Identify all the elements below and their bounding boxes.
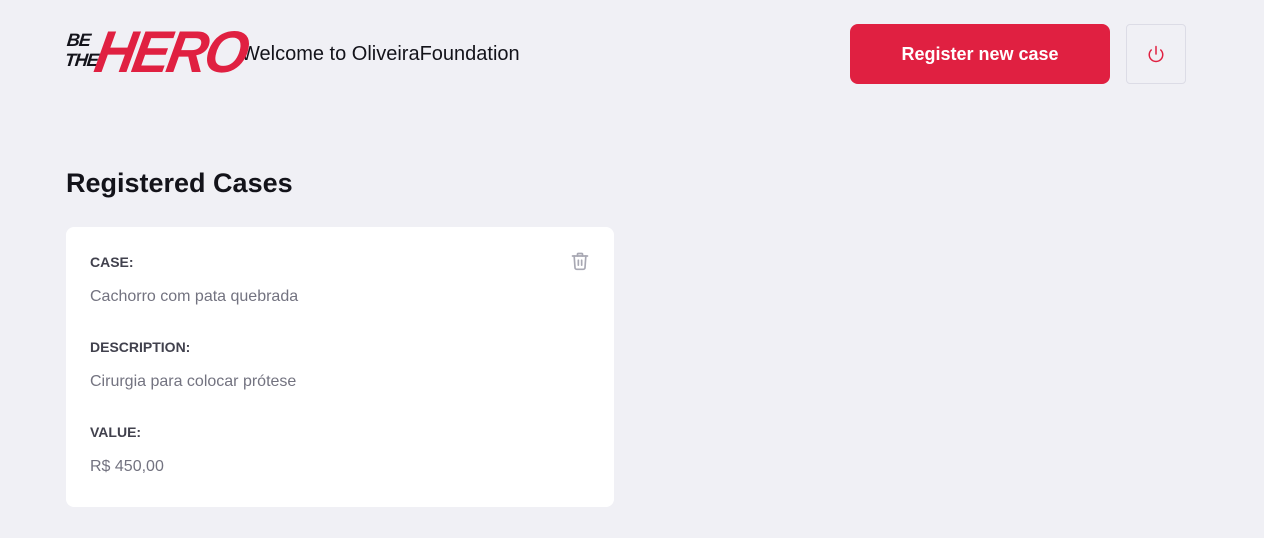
description-value: Cirurgia para colocar prótese (90, 373, 297, 390)
trash-icon (571, 252, 589, 271)
case-value: Cachorro com pata quebrada (90, 288, 299, 305)
description-field: DESCRIPTION: Cirurgia para colocar próte… (90, 339, 590, 392)
page-title: Registered Cases (66, 168, 293, 198)
page-header: BE THE HERO Welcome to OliveiraFoundatio… (64, 18, 1186, 85)
description-label: DESCRIPTION: (90, 339, 191, 355)
case-label: CASE: (90, 254, 134, 270)
logout-button[interactable] (1126, 24, 1186, 84)
value-label: VALUE: (90, 424, 142, 440)
delete-case-button[interactable] (570, 251, 590, 271)
logo-hero-text: HERO (90, 18, 252, 85)
value-field: VALUE: R$ 450,00 (90, 424, 590, 477)
power-icon (1148, 45, 1164, 63)
case-card: CASE: Cachorro com pata quebrada DESCRIP… (66, 227, 614, 507)
value-value: R$ 450,00 (90, 458, 164, 475)
welcome-text: Welcome to OliveiraFoundation (241, 42, 520, 65)
case-field: CASE: Cachorro com pata quebrada (90, 254, 590, 307)
register-new-case-button[interactable]: Register new case (850, 24, 1110, 84)
be-the-hero-logo: BE THE HERO (64, 18, 252, 85)
